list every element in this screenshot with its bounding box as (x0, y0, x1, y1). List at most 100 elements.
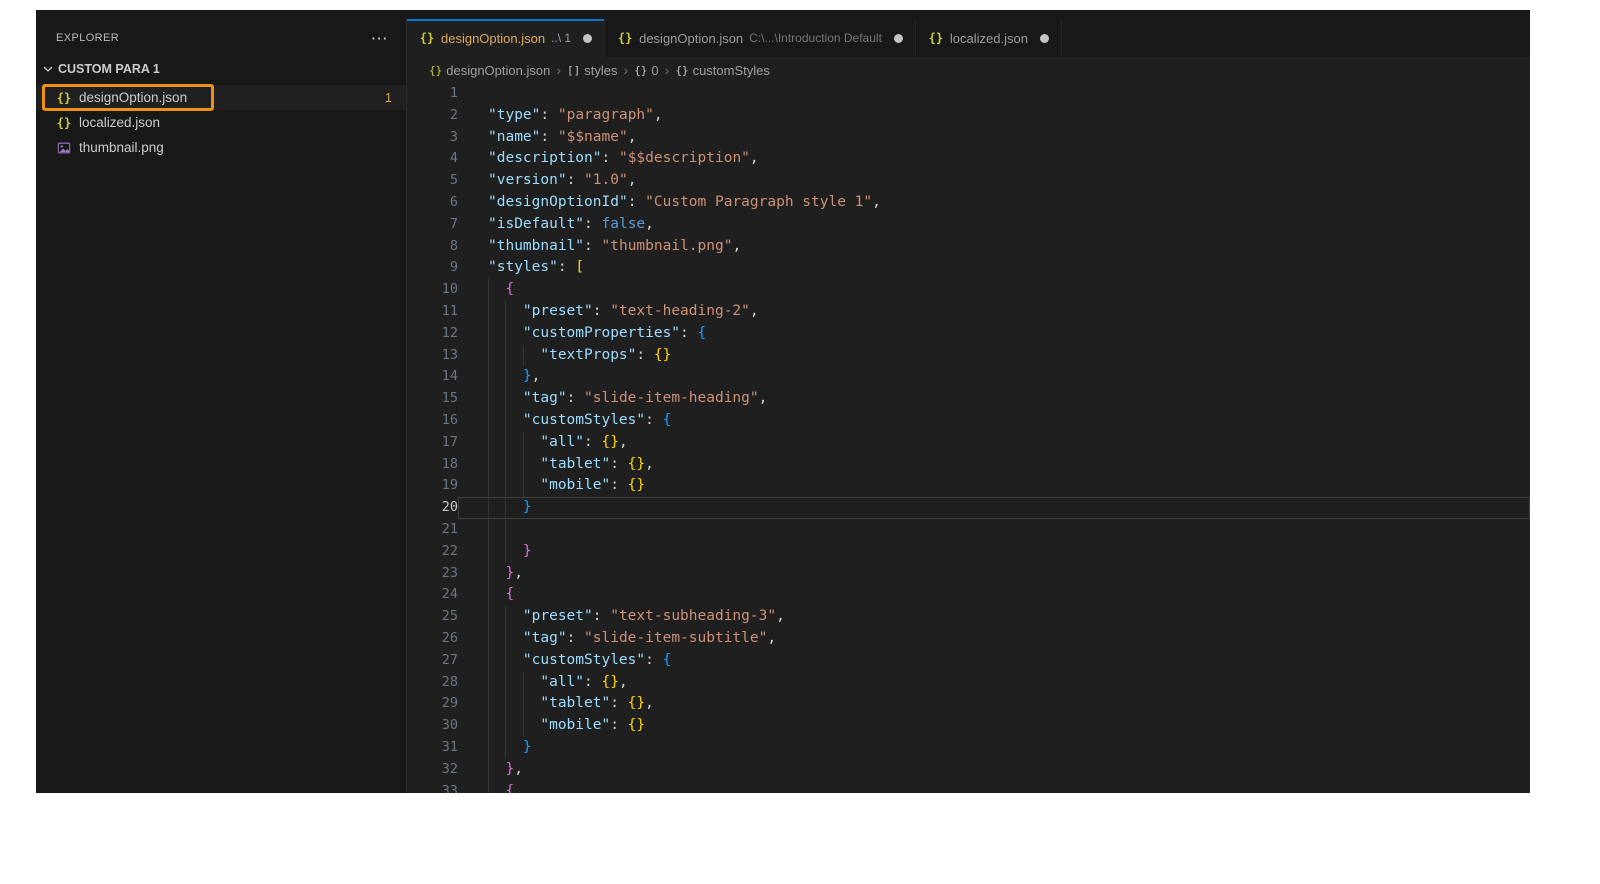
file-item-thumbnail.png[interactable]: thumbnail.png (36, 135, 406, 160)
code-line-13[interactable]: 13"textProps": {} (407, 345, 1530, 367)
token: , (619, 674, 628, 690)
token: "customStyles" (523, 412, 645, 428)
token: : (558, 259, 575, 275)
code-line-29[interactable]: 29"tablet": {}, (407, 693, 1530, 715)
code-line-24[interactable]: 24{ (407, 584, 1530, 606)
code-line-20[interactable]: 20} (407, 497, 1530, 519)
token: } (505, 565, 514, 581)
more-actions-icon[interactable]: ⋯ (371, 30, 388, 47)
token: "isDefault" (488, 216, 584, 232)
editor-tab-designOption.json[interactable]: {}designOption.jsonC:\...\Introduction D… (605, 19, 916, 57)
line-number: 26 (407, 628, 458, 650)
token: "type" (488, 107, 540, 123)
line-number: 31 (407, 737, 458, 759)
code-line-11[interactable]: 11"preset": "text-heading-2", (407, 301, 1530, 323)
code-line-17[interactable]: 17"all": {}, (407, 432, 1530, 454)
code-line-30[interactable]: 30"mobile": {} (407, 715, 1530, 737)
code-line-25[interactable]: 25"preset": "text-subheading-3", (407, 606, 1530, 628)
token: {} (601, 674, 618, 690)
line-content: "customStyles": { (458, 650, 1530, 672)
code-line-12[interactable]: 12"customProperties": { (407, 323, 1530, 345)
editor-tab-localized.json[interactable]: {}localized.json (916, 19, 1062, 57)
breadcrumb-item-0[interactable]: {} 0 (634, 63, 658, 78)
token: : (636, 347, 653, 363)
indent-guide (488, 759, 505, 781)
code-line-14[interactable]: 14}, (407, 366, 1530, 388)
code-line-5[interactable]: 5"version": "1.0", (407, 170, 1530, 192)
token: , (619, 434, 628, 450)
line-number: 18 (407, 454, 458, 476)
code-line-18[interactable]: 18"tablet": {}, (407, 454, 1530, 476)
breadcrumb-item-designOption.json[interactable]: {}designOption.json (429, 63, 550, 78)
code-line-4[interactable]: 4"description": "$$description", (407, 148, 1530, 170)
token: : (540, 107, 557, 123)
code-line-9[interactable]: 9"styles": [ (407, 257, 1530, 279)
token: "thumbnail" (488, 238, 584, 254)
object-symbol-icon: {} (429, 64, 442, 77)
indent-guide (505, 410, 522, 432)
line-content: "description": "$$description", (458, 148, 1530, 170)
indent-guide (488, 606, 505, 628)
code-line-27[interactable]: 27"customStyles": { (407, 650, 1530, 672)
editor-tab-designOption.json[interactable]: {}designOption.json..\ 1 (407, 19, 605, 57)
breadcrumb-item-customStyles[interactable]: {}customStyles (675, 63, 770, 78)
file-item-localized.json[interactable]: {}localized.json (36, 110, 406, 135)
token: : (610, 695, 627, 711)
line-number: 30 (407, 715, 458, 737)
code-line-26[interactable]: 26"tag": "slide-item-subtitle", (407, 628, 1530, 650)
code-line-22[interactable]: 22} (407, 541, 1530, 563)
indent-guide (488, 737, 505, 759)
file-item-designOption.json[interactable]: {}designOption.json1 (36, 85, 406, 110)
code-line-32[interactable]: 32}, (407, 759, 1530, 781)
indent-guide (488, 366, 505, 388)
code-line-23[interactable]: 23}, (407, 563, 1530, 585)
explorer-sidebar: EXPLORER ⋯ CUSTOM PARA 1 {}designOption.… (36, 19, 406, 793)
token: : (610, 477, 627, 493)
indent-guide (505, 715, 522, 737)
modified-dot-icon (583, 34, 592, 43)
token: {} (628, 456, 645, 472)
line-number: 33 (407, 781, 458, 794)
indent-guide (523, 672, 540, 694)
token: : (645, 652, 662, 668)
code-line-10[interactable]: 10{ (407, 279, 1530, 301)
code-line-2[interactable]: 2"type": "paragraph", (407, 105, 1530, 127)
breadcrumb-item-styles[interactable]: []styles (567, 63, 617, 78)
code-line-3[interactable]: 3"name": "$$name", (407, 127, 1530, 149)
json-file-icon: {} (617, 31, 633, 45)
line-number: 23 (407, 563, 458, 585)
problems-badge: 1 (385, 91, 392, 105)
line-content: } (458, 497, 1530, 519)
folder-row-custom-para-1[interactable]: CUSTOM PARA 1 (36, 57, 406, 81)
file-name: thumbnail.png (79, 140, 164, 155)
code-line-6[interactable]: 6"designOptionId": "Custom Paragraph sty… (407, 192, 1530, 214)
code-line-16[interactable]: 16"customStyles": { (407, 410, 1530, 432)
code-line-7[interactable]: 7"isDefault": false, (407, 214, 1530, 236)
line-number: 2 (407, 105, 458, 127)
line-number: 14 (407, 366, 458, 388)
indent-guide (488, 301, 505, 323)
code-line-31[interactable]: 31} (407, 737, 1530, 759)
token: "text-heading-2" (610, 303, 750, 319)
line-number: 28 (407, 672, 458, 694)
code-line-33[interactable]: 33{ (407, 781, 1530, 794)
indent-guide (523, 432, 540, 454)
code-line-8[interactable]: 8"thumbnail": "thumbnail.png", (407, 236, 1530, 258)
code-line-28[interactable]: 28"all": {}, (407, 672, 1530, 694)
line-number: 3 (407, 127, 458, 149)
code-line-15[interactable]: 15"tag": "slide-item-heading", (407, 388, 1530, 410)
code-line-21[interactable]: 21 (407, 519, 1530, 541)
line-number: 27 (407, 650, 458, 672)
indent-guide (505, 672, 522, 694)
indent-guide (505, 541, 522, 563)
json-file-icon: {} (56, 116, 72, 130)
code-editor[interactable]: 12"type": "paragraph",3"name": "$$name",… (407, 83, 1530, 793)
token: {} (654, 347, 671, 363)
line-content: "mobile": {} (458, 715, 1530, 737)
object-symbol-icon: {} (634, 64, 647, 77)
code-line-1[interactable]: 1 (407, 83, 1530, 105)
token: , (645, 216, 654, 232)
code-line-19[interactable]: 19"mobile": {} (407, 475, 1530, 497)
breadcrumb-label: 0 (651, 63, 658, 78)
line-number: 1 (407, 83, 458, 105)
